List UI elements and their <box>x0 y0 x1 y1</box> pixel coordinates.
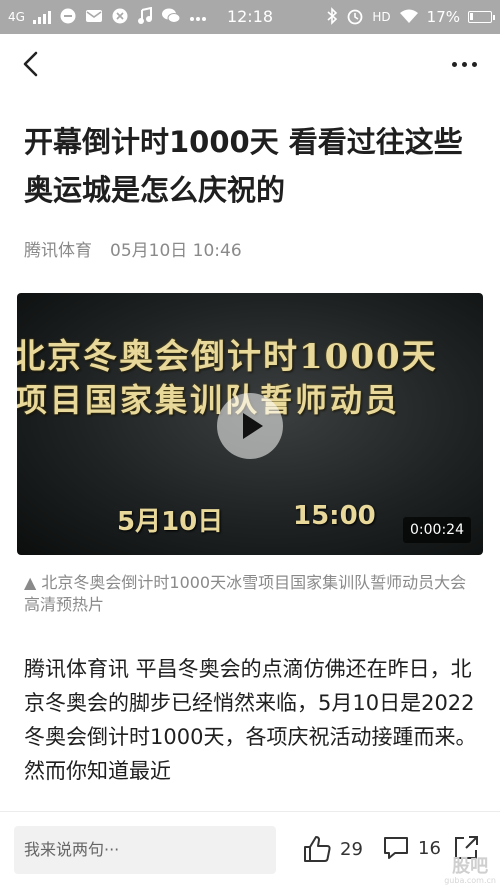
more-dot-icon <box>471 61 477 67</box>
thumbs-up-icon <box>304 836 331 862</box>
article-datetime: 05月10日 10:46 <box>110 241 242 261</box>
video-overlay-time: 15:00 <box>293 501 376 531</box>
comment-input[interactable]: 我来说两句··· <box>14 826 276 874</box>
video-player[interactable]: 北京冬奥会倒计时1000天 项目国家集训队誓师动员 5月10日 15:00 0:… <box>17 293 483 555</box>
chevron-left-icon <box>23 51 38 77</box>
top-nav <box>0 34 500 94</box>
video-duration: 0:00:24 <box>403 517 471 543</box>
bottom-bar: 我来说两句··· 29 16 股吧 guba.com.cn <box>0 811 500 889</box>
play-icon <box>243 413 263 439</box>
wifi-icon <box>399 8 419 27</box>
status-right: HD 17% <box>326 0 495 34</box>
more-options-button[interactable] <box>444 48 484 80</box>
watermark-line1: 股吧 <box>452 856 489 877</box>
watermark-line2: guba.com.cn <box>444 876 496 885</box>
comments-button[interactable]: 16 <box>382 834 441 862</box>
like-button[interactable]: 29 <box>302 834 363 864</box>
battery-icon <box>468 11 495 23</box>
play-button[interactable] <box>217 393 283 459</box>
article-title: 开幕倒计时1000天 看看过往这些奥运城是怎么庆祝的 <box>24 125 463 207</box>
video-overlay-date: 5月10日 <box>117 507 224 537</box>
article-meta: 腾讯体育 05月10日 10:46 <box>24 236 242 261</box>
alarm-icon <box>346 7 364 28</box>
more-dot-icon <box>451 61 457 67</box>
like-count: 29 <box>340 838 363 860</box>
comment-count: 16 <box>418 837 441 859</box>
video-caption: ▲ 北京冬奥会倒计时1000天冰雪项目国家集训队誓师动员大会 高清预热片 <box>24 573 467 614</box>
battery-percent: 17% <box>426 8 460 26</box>
video-overlay-line1: 北京冬奥会倒计时1000天 <box>17 337 438 377</box>
bluetooth-icon <box>326 6 338 28</box>
article-source[interactable]: 腾讯体育 <box>24 241 92 261</box>
comment-bubble-icon <box>384 837 408 859</box>
article-body: 腾讯体育讯 平昌冬奥会的点滴仿佛还在昨日，北京冬奥会的脚步已经悄然来临，5月10… <box>24 657 477 783</box>
more-dot-icon <box>461 61 467 67</box>
watermark-logo: 股吧 guba.com.cn <box>444 856 496 886</box>
status-bar: 4G 12:18 HD 17% <box>0 0 500 34</box>
back-button[interactable] <box>16 48 48 80</box>
hd-indicator: HD <box>372 10 391 24</box>
